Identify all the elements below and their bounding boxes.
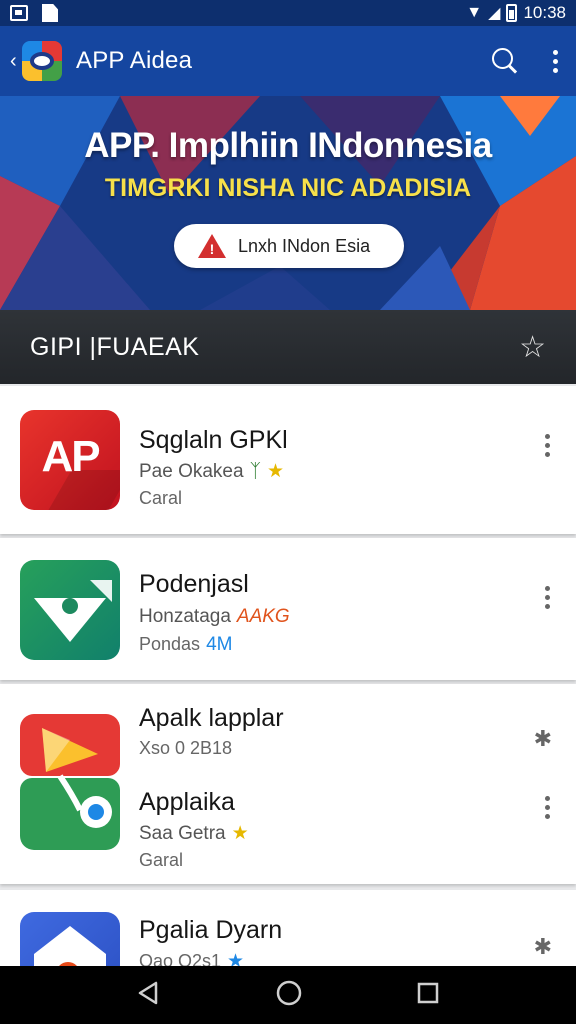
app-meta-1: Caral xyxy=(139,488,183,508)
star-icon: ★ xyxy=(266,461,285,482)
back-icon[interactable]: ‹ xyxy=(10,50,22,73)
app-subtitle-4: Saa Getra ★ xyxy=(139,823,249,844)
wifi-icon: ▼ xyxy=(466,4,483,21)
app-title-4: Applaika xyxy=(139,788,235,816)
app-card-2[interactable]: Podenjasl Honzataga AAKG Pondas 4M xyxy=(0,538,576,680)
file-notification-icon xyxy=(42,4,58,22)
app-card-5[interactable]: Pgalia Dyarn Oao Q2s1 ★ ✱ xyxy=(0,890,576,966)
app-title: APP Aidea xyxy=(76,47,193,74)
banner-title: APP. Implhiin INdonnesia xyxy=(84,126,492,165)
navigation-bar xyxy=(0,966,576,1024)
star-icon: ★ xyxy=(231,823,249,844)
banner-pill-label: Lnxh INdon Esia xyxy=(238,235,371,256)
star-icon[interactable]: ✱ xyxy=(534,934,552,960)
nav-recents-icon[interactable] xyxy=(416,981,440,1010)
promo-banner[interactable]: APP. Implhiin INdonnesia TIMGRKI NISHA N… xyxy=(0,96,576,310)
warning-icon xyxy=(198,234,226,258)
app-meta-5: Oao Q2s1 ★ xyxy=(139,950,244,966)
app-card-3[interactable]: Apalk lapplar Xso 0 2B18 ✱ Applaika Saa … xyxy=(0,684,576,884)
more-icon[interactable] xyxy=(544,796,550,819)
search-icon[interactable] xyxy=(492,48,518,74)
app-subtitle-2: Honzataga AAKG xyxy=(139,606,290,627)
app-subtitle-1: Pae Okakea ᛉ ★ xyxy=(139,461,285,482)
more-icon[interactable] xyxy=(544,586,550,609)
more-icon[interactable] xyxy=(552,49,558,73)
star-outline-icon[interactable]: ☆ xyxy=(519,330,546,365)
banner-pill-button[interactable]: Lnxh INdon Esia xyxy=(174,224,404,268)
app-meta-3: Xso 0 2B18 xyxy=(139,738,233,758)
app-card-1[interactable]: AP Sqglaln GPKl Pae Okakea ᛉ ★ Caral xyxy=(0,386,576,534)
status-bar: ▼ ◢ 10:38 xyxy=(0,0,576,26)
pin-app-icon[interactable] xyxy=(20,560,120,660)
more-icon[interactable] xyxy=(544,434,550,457)
sprout-icon: ᛉ xyxy=(249,461,261,482)
app-title-5: Pgalia Dyarn xyxy=(139,916,283,944)
ap-app-icon[interactable]: AP xyxy=(20,410,120,510)
app-logo[interactable] xyxy=(22,41,62,81)
nav-back-icon[interactable] xyxy=(136,980,162,1011)
star-icon: ★ xyxy=(227,951,245,966)
clock: 10:38 xyxy=(523,3,566,22)
app-title-3: Apalk lapplar xyxy=(139,704,284,732)
nav-home-icon[interactable] xyxy=(275,979,303,1012)
app-title-2: Podenjasl xyxy=(139,570,249,598)
app-bar: ‹ APP Aidea xyxy=(0,26,576,96)
star-icon[interactable]: ✱ xyxy=(534,726,552,752)
signal-icon: ◢ xyxy=(488,5,501,22)
app-title-1: Sqglaln GPKl xyxy=(139,426,288,454)
blue-app-icon[interactable] xyxy=(20,912,120,966)
banner-subtitle: TIMGRKI NISHA NIC ADADISIA xyxy=(104,174,472,202)
section-header: GIPI |FUAEAK ☆ xyxy=(0,310,576,384)
combo-app-icon[interactable] xyxy=(20,714,120,850)
section-title: GIPI |FUAEAK xyxy=(30,332,200,361)
app-meta-2: Pondas 4M xyxy=(139,634,233,655)
gallery-notification-icon xyxy=(10,5,28,21)
app-meta-4: Garal xyxy=(139,850,184,870)
battery-icon xyxy=(506,4,518,22)
